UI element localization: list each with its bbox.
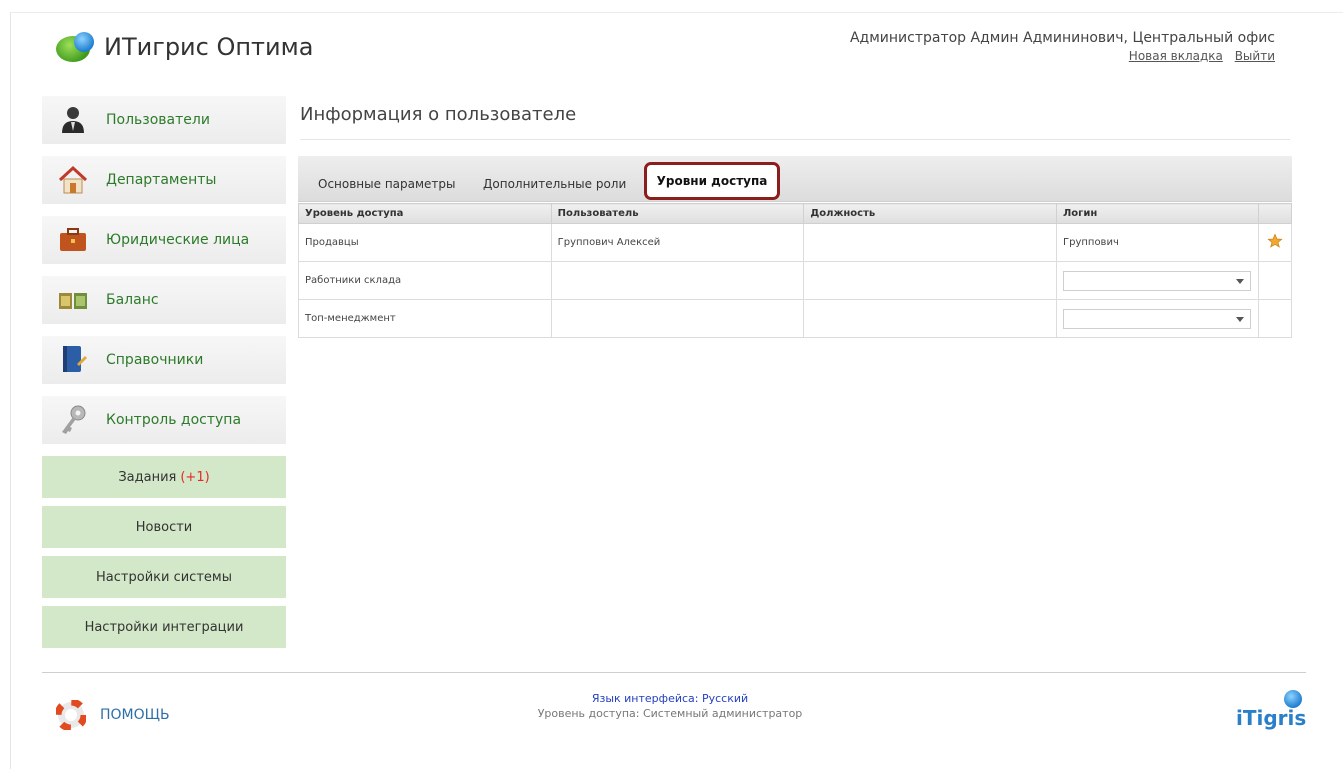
table-header-row: Уровень доступа Пользователь Должность Л… (298, 203, 1293, 224)
help-label: ПОМОЩЬ (100, 707, 170, 723)
login-select[interactable] (1063, 270, 1251, 291)
user-info: Администратор Админ Админинович, Централ… (850, 30, 1275, 63)
tab-access-levels[interactable]: Уровни доступа (644, 162, 780, 200)
cell-position (803, 299, 1057, 338)
integration-settings-button[interactable]: Настройки интеграции (42, 606, 286, 648)
login-select[interactable] (1063, 308, 1251, 329)
briefcase-icon (56, 223, 90, 257)
user-name: Администратор Админ Админинович, Централ… (849, 30, 1275, 46)
balance-icon (56, 283, 90, 317)
sidebar-item-users[interactable]: Пользователи (42, 96, 286, 144)
cell-user: Группович Алексей (550, 223, 805, 262)
cell-login: Группович (1056, 223, 1259, 262)
column-header[interactable]: Логин (1056, 203, 1259, 224)
user-icon (56, 103, 90, 137)
sidebar-item-label: Департаменты (106, 172, 217, 188)
app-logo[interactable]: ИТигрис Оптима (56, 30, 313, 64)
integration-settings-label: Настройки интеграции (84, 619, 244, 635)
table-row[interactable]: Продавцы Группович Алексей Группович (298, 223, 1293, 262)
cell-star (1257, 299, 1293, 338)
tab-main-params[interactable]: Основные параметры (318, 177, 456, 191)
house-icon (56, 163, 90, 197)
cell-login (1056, 299, 1259, 338)
help-button[interactable]: ПОМОЩЬ (56, 700, 170, 730)
logo-icon (56, 30, 96, 64)
access-level-info: Уровень доступа: Системный администратор (537, 707, 803, 720)
sidebar: Пользователи Департаменты Юридические ли… (42, 96, 286, 656)
system-settings-button[interactable]: Настройки системы (42, 556, 286, 598)
sidebar-item-label: Баланс (106, 292, 159, 308)
sidebar-item-departments[interactable]: Департаменты (42, 156, 286, 204)
sidebar-item-legal-entities[interactable]: Юридические лица (42, 216, 286, 264)
table-row[interactable]: Топ-менеджмент (298, 299, 1293, 338)
divider (300, 139, 1290, 140)
cell-user (550, 299, 805, 338)
star-icon[interactable] (1267, 233, 1283, 249)
cell-position (803, 223, 1057, 262)
sidebar-item-directories[interactable]: Справочники (42, 336, 286, 384)
footer-divider (42, 672, 1306, 673)
cell-user (550, 261, 805, 300)
column-header[interactable]: Пользователь (550, 203, 805, 224)
app-title: ИТигрис Оптима (104, 33, 314, 61)
sidebar-item-label: Контроль доступа (106, 412, 242, 428)
table-row[interactable]: Работники склада (298, 261, 1293, 300)
sidebar-item-label: Пользователи (106, 112, 210, 128)
cell-level: Топ-менеджмент (298, 299, 552, 338)
column-header[interactable]: Уровень доступа (298, 203, 552, 224)
cell-star (1257, 261, 1293, 300)
news-label: Новости (135, 519, 193, 535)
logout-link[interactable]: Выйти (1235, 49, 1275, 63)
column-header[interactable]: Должность (803, 203, 1057, 224)
sidebar-item-access-control[interactable]: Контроль доступа (42, 396, 286, 444)
access-levels-table: Уровень доступа Пользователь Должность Л… (298, 203, 1293, 338)
tasks-button[interactable]: Задания (+1) (42, 456, 286, 498)
sidebar-item-label: Справочники (106, 352, 204, 368)
new-tab-link[interactable]: Новая вкладка (1129, 49, 1223, 63)
cell-position (803, 261, 1057, 300)
lifebuoy-icon (56, 700, 86, 730)
cell-star[interactable] (1257, 223, 1293, 262)
key-icon (56, 403, 90, 437)
interface-language[interactable]: Язык интерфейса: Русский (500, 692, 840, 705)
cell-level: Продавцы (298, 223, 552, 262)
chevron-down-icon (1236, 278, 1244, 284)
tasks-badge: (+1) (180, 469, 210, 485)
tab-additional-roles[interactable]: Дополнительные роли (483, 177, 626, 191)
book-icon (56, 343, 90, 377)
sidebar-item-label: Юридические лица (106, 232, 250, 248)
tasks-label: Задания (118, 469, 177, 485)
brand-logo: iTigris (1236, 706, 1307, 730)
system-settings-label: Настройки системы (96, 569, 232, 585)
column-header-blank (1257, 203, 1293, 224)
chevron-down-icon (1236, 316, 1244, 322)
footer-info: Язык интерфейса: Русский Уровень доступа… (500, 692, 840, 720)
page-title: Информация о пользователе (300, 104, 577, 125)
news-button[interactable]: Новости (42, 506, 286, 548)
cell-level: Работники склада (298, 261, 552, 300)
cell-login (1056, 261, 1259, 300)
sidebar-item-balance[interactable]: Баланс (42, 276, 286, 324)
